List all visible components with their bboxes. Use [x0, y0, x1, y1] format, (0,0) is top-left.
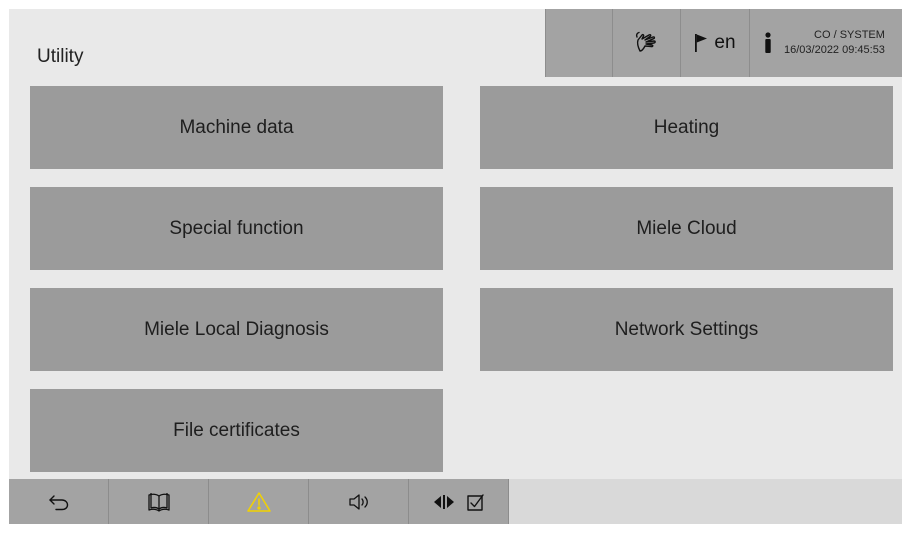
back-icon [48, 493, 70, 511]
volume-icon [347, 492, 371, 512]
display-toggle-icon [432, 494, 456, 510]
volume-button[interactable] [309, 479, 409, 524]
file-certificates-button[interactable]: File certificates [30, 389, 443, 472]
date-time: 16/03/2022 09:45:53 [784, 44, 885, 56]
user-name: CO / SYSTEM [814, 29, 885, 41]
language-selector[interactable]: en [680, 9, 749, 77]
display-toggle-button[interactable] [409, 479, 509, 524]
special-function-button[interactable]: Special function [30, 187, 443, 270]
footer-toolbar [9, 479, 902, 524]
machine-data-button[interactable]: Machine data [30, 86, 443, 169]
flag-icon [694, 33, 708, 53]
user-icon [764, 32, 772, 54]
manual-button[interactable] [109, 479, 209, 524]
miele-local-diagnosis-button[interactable]: Miele Local Diagnosis [30, 288, 443, 371]
header-empty-button[interactable] [545, 9, 612, 77]
network-settings-button[interactable]: Network Settings [480, 288, 893, 371]
manual-book-icon [146, 491, 172, 513]
utility-screen: Utility en CO / SYSTEM 16/03/2022 09:45:… [9, 9, 902, 524]
warnings-button[interactable] [209, 479, 309, 524]
user-info[interactable]: CO / SYSTEM 16/03/2022 09:45:53 [749, 9, 902, 77]
header-bar: Utility en CO / SYSTEM 16/03/2022 09:45:… [9, 9, 902, 77]
page-title: Utility [37, 46, 84, 67]
heating-button[interactable]: Heating [480, 86, 893, 169]
miele-cloud-button[interactable]: Miele Cloud [480, 187, 893, 270]
language-label: en [714, 32, 736, 53]
touch-lock-button[interactable] [612, 9, 680, 77]
hand-touch-icon [634, 31, 660, 55]
back-button[interactable] [9, 479, 109, 524]
checkbox-icon [466, 492, 486, 512]
warning-icon [246, 491, 272, 513]
user-details: CO / SYSTEM 16/03/2022 09:45:53 [784, 28, 885, 58]
